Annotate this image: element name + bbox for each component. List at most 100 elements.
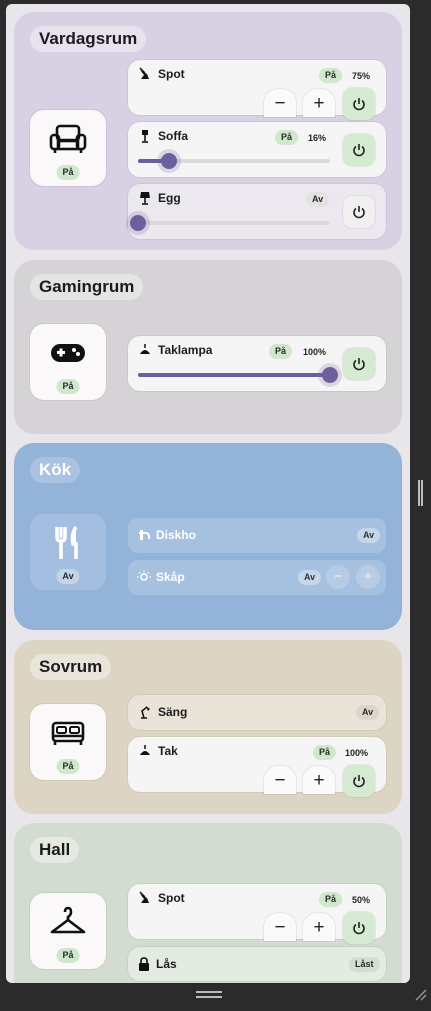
- floor-lamp-icon: [142, 130, 148, 143]
- decrease-button[interactable]: −: [264, 766, 296, 794]
- room-sovrum: Sovrum På Säng Av Tak På 100% − +: [14, 640, 402, 814]
- device-tak[interactable]: Tak På 100% − +: [128, 737, 386, 797]
- device-diskho[interactable]: Diskho Av: [128, 518, 386, 553]
- ceiling-lamp-icon: [140, 344, 150, 354]
- dashboard-panel: Vardagsrum På Spot På 75% − + Soffa På 1…: [6, 4, 410, 983]
- slider-thumb[interactable]: [160, 153, 177, 169]
- increase-button[interactable]: +: [356, 565, 380, 589]
- slider-thumb[interactable]: [130, 215, 146, 231]
- room-title: Gamingrum: [30, 274, 144, 300]
- brightness-percent: 100%: [345, 748, 369, 758]
- brightness-percent: 75%: [352, 71, 371, 81]
- increase-button[interactable]: +: [303, 766, 335, 794]
- device-status-badge: På: [313, 745, 337, 760]
- power-icon: [353, 358, 365, 371]
- slider-thumb[interactable]: [322, 367, 338, 383]
- room-icon-button[interactable]: På: [30, 893, 106, 969]
- device-sang[interactable]: Säng Av: [128, 695, 386, 730]
- increase-button[interactable]: +: [303, 89, 335, 117]
- decrease-button[interactable]: −: [326, 565, 350, 589]
- room-status-badge: På: [56, 759, 80, 774]
- room-title: Hall: [30, 837, 80, 863]
- power-button[interactable]: [343, 134, 375, 166]
- device-spot[interactable]: Spot På 50% − +: [128, 884, 386, 944]
- room-hall: Hall På Spot På 50% − + Lås Låst: [14, 823, 402, 983]
- panel-resize-handle[interactable]: [418, 480, 423, 506]
- power-icon: [353, 144, 365, 157]
- brightness-slider[interactable]: [138, 367, 338, 383]
- device-spot[interactable]: Spot På 75% − +: [128, 60, 386, 120]
- power-button[interactable]: [343, 348, 375, 380]
- room-status-badge: På: [56, 165, 80, 180]
- room-gamingrum: Gamingrum På Taklampa På 100%: [14, 260, 402, 434]
- brightness-slider[interactable]: [138, 153, 330, 169]
- device-status-badge: Av: [357, 528, 381, 543]
- faucet-icon: [139, 530, 150, 540]
- bed-icon: [51, 721, 85, 745]
- power-icon: [353, 775, 365, 788]
- power-button[interactable]: [343, 88, 375, 120]
- resize-corner-icon[interactable]: [414, 988, 428, 1002]
- device-status-badge: På: [269, 344, 293, 359]
- fork-knife-icon: [55, 526, 78, 559]
- device-status-badge: Av: [298, 570, 322, 585]
- room-status-badge: På: [56, 379, 80, 394]
- room-icon-button[interactable]: På: [30, 704, 106, 780]
- lightbulb-icon: [137, 570, 151, 581]
- device-name: Tak: [158, 744, 178, 758]
- hanger-icon: [50, 906, 86, 934]
- bottom-drag-handle[interactable]: [196, 991, 222, 998]
- device-las[interactable]: Lås Låst: [128, 947, 386, 981]
- power-icon: [353, 206, 365, 219]
- device-name: Skåp: [156, 570, 185, 584]
- brightness-percent: 16%: [308, 133, 327, 143]
- device-status-badge: På: [319, 68, 343, 83]
- room-vardagsrum: Vardagsrum På Spot På 75% − + Soffa På 1…: [14, 12, 402, 250]
- device-name: Diskho: [156, 528, 197, 542]
- ceiling-lamp-icon: [140, 745, 150, 755]
- power-icon: [353, 922, 365, 935]
- room-kok: Kök Av Diskho Av Skåp Av − +: [14, 443, 402, 630]
- device-name: Spot: [158, 891, 185, 905]
- reading-lamp-icon: [141, 706, 150, 719]
- device-egg[interactable]: Egg Av: [128, 184, 386, 239]
- power-button[interactable]: [343, 196, 375, 228]
- room-title: Sovrum: [30, 654, 112, 680]
- gamepad-icon: [51, 344, 85, 362]
- brightness-percent: 50%: [352, 895, 371, 905]
- room-icon-button[interactable]: Av: [30, 514, 106, 590]
- device-status-badge: Av: [306, 192, 330, 207]
- brightness-slider[interactable]: [130, 215, 330, 231]
- device-status-badge: Av: [356, 705, 380, 720]
- sofa-icon: [49, 124, 87, 153]
- room-icon-button[interactable]: På: [30, 110, 106, 186]
- increase-button[interactable]: +: [303, 913, 335, 941]
- device-name: Säng: [158, 705, 188, 719]
- room-title: Kök: [30, 457, 81, 483]
- slider-fill: [138, 373, 330, 377]
- device-name: Taklampa: [158, 343, 213, 357]
- device-taklampa[interactable]: Taklampa På 100%: [128, 336, 386, 391]
- power-button[interactable]: [343, 912, 375, 944]
- device-name: Soffa: [158, 129, 188, 143]
- spotlight-icon: [139, 891, 149, 903]
- room-status-badge: På: [56, 948, 80, 963]
- room-title: Vardagsrum: [30, 26, 147, 52]
- device-status-badge: På: [275, 130, 299, 145]
- power-icon: [353, 98, 365, 111]
- spotlight-icon: [139, 67, 149, 79]
- device-status-badge: På: [319, 892, 343, 907]
- device-skap[interactable]: Skåp Av − +: [128, 560, 386, 595]
- lock-icon: [139, 957, 149, 971]
- device-name: Lås: [156, 957, 177, 971]
- room-icon-button[interactable]: På: [30, 324, 106, 400]
- device-name: Spot: [158, 67, 185, 81]
- table-lamp-icon: [140, 192, 150, 205]
- device-status-badge: Låst: [349, 957, 380, 972]
- power-button[interactable]: [343, 765, 375, 797]
- decrease-button[interactable]: −: [264, 913, 296, 941]
- device-name: Egg: [158, 191, 181, 205]
- device-soffa[interactable]: Soffa På 16%: [128, 122, 386, 177]
- decrease-button[interactable]: −: [264, 89, 296, 117]
- room-status-badge: Av: [56, 569, 80, 584]
